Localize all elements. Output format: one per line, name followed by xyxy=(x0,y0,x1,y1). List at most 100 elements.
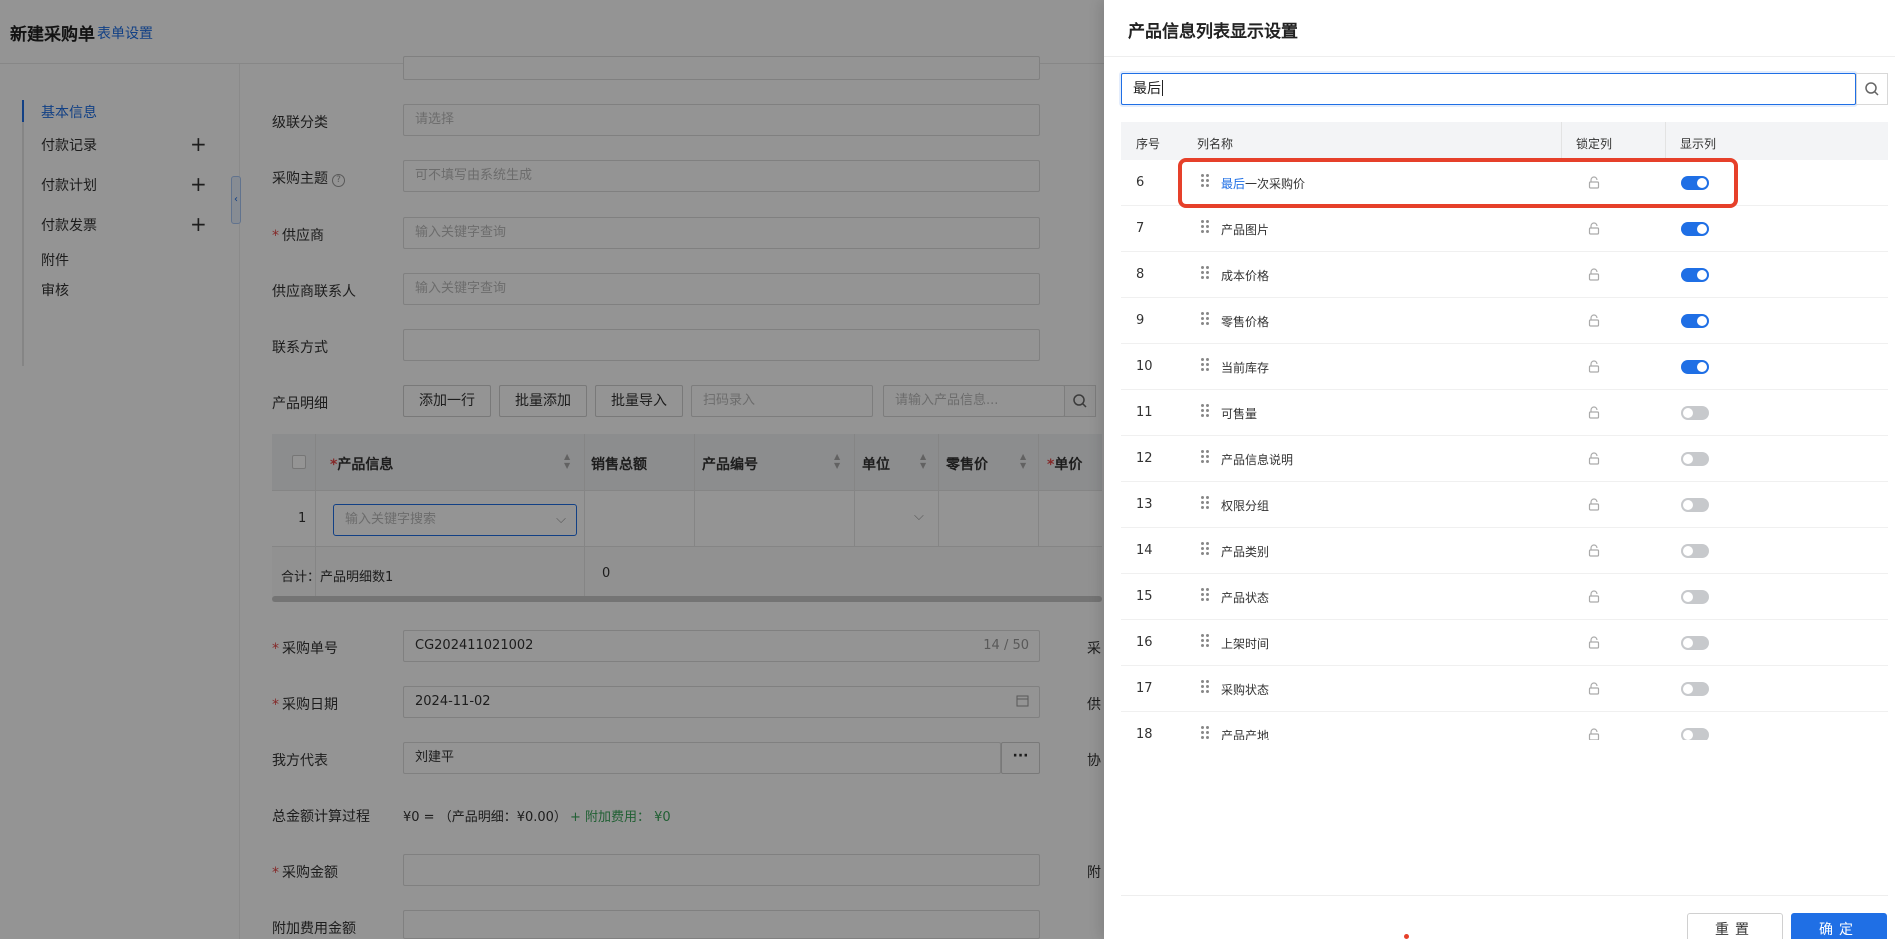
column-row: 11 可售量 xyxy=(1121,390,1888,436)
column-row-name: 产品图片 xyxy=(1221,221,1269,238)
col-header-index: 序号 xyxy=(1136,137,1161,151)
unlock-icon[interactable] xyxy=(1588,636,1600,649)
unlock-icon[interactable] xyxy=(1588,314,1600,327)
column-row-name: 零售价格 xyxy=(1221,313,1269,330)
col-header-show: 显示列 xyxy=(1680,137,1717,151)
column-row: 10 当前库存 xyxy=(1121,344,1888,390)
column-row: 18 产品产地 xyxy=(1121,712,1888,740)
column-row-name: 产品类别 xyxy=(1221,543,1269,560)
unlock-icon[interactable] xyxy=(1588,452,1600,465)
unlock-icon[interactable] xyxy=(1588,406,1600,419)
show-column-toggle[interactable] xyxy=(1681,452,1709,466)
column-search-button[interactable] xyxy=(1856,73,1888,105)
column-row-name: 可售量 xyxy=(1221,405,1257,422)
drag-handle-icon[interactable] xyxy=(1201,726,1211,740)
unlock-icon[interactable] xyxy=(1588,728,1600,740)
column-settings-drawer: 产品信息列表显示设置 最后 序号 列名称 锁定列 显示列 6 最后一次采购价 7 产品… xyxy=(1104,0,1895,939)
column-row-name: 成本价格 xyxy=(1221,267,1269,284)
column-row-name: 权限分组 xyxy=(1221,497,1269,514)
confirm-button[interactable]: 确定 xyxy=(1791,913,1887,939)
unlock-icon[interactable] xyxy=(1588,498,1600,511)
column-row-index: 17 xyxy=(1136,681,1153,696)
column-row-index: 16 xyxy=(1136,635,1153,650)
show-column-toggle[interactable] xyxy=(1681,636,1709,650)
column-row-name-text: 上架时间 xyxy=(1221,637,1270,651)
show-column-toggle[interactable] xyxy=(1681,498,1709,512)
column-row-index: 14 xyxy=(1136,543,1153,558)
drag-handle-icon[interactable] xyxy=(1201,312,1211,326)
show-column-toggle[interactable] xyxy=(1681,406,1709,420)
column-row-name: 产品信息说明 xyxy=(1221,451,1293,468)
show-column-toggle[interactable] xyxy=(1681,590,1709,604)
column-row-index: 11 xyxy=(1136,405,1153,420)
drag-handle-icon[interactable] xyxy=(1201,496,1211,510)
column-row: 13 权限分组 xyxy=(1121,482,1888,528)
column-row: 12 产品信息说明 xyxy=(1121,436,1888,482)
column-row: 7 产品图片 xyxy=(1121,206,1888,252)
reset-button[interactable]: 重置 xyxy=(1687,913,1783,939)
column-row: 17 采购状态 xyxy=(1121,666,1888,712)
column-row-index: 13 xyxy=(1136,497,1153,512)
column-row-index: 12 xyxy=(1136,451,1153,466)
column-search-input[interactable]: 最后 xyxy=(1121,73,1856,105)
unlock-icon[interactable] xyxy=(1588,682,1600,695)
show-column-toggle[interactable] xyxy=(1681,314,1709,328)
column-row-name-text: 产品类别 xyxy=(1221,545,1270,559)
column-row-index: 15 xyxy=(1136,589,1153,604)
column-row-name-text: 可售量 xyxy=(1221,407,1258,421)
column-row-name-text: 产品信息说明 xyxy=(1221,453,1294,467)
column-row-index: 10 xyxy=(1136,359,1153,374)
drag-handle-icon[interactable] xyxy=(1201,680,1211,694)
column-row-name: 采购状态 xyxy=(1221,681,1269,698)
column-row-name-text: 当前库存 xyxy=(1221,361,1270,375)
show-column-toggle[interactable] xyxy=(1681,268,1709,282)
column-row-name-text: 权限分组 xyxy=(1221,499,1270,513)
drag-handle-icon[interactable] xyxy=(1201,220,1211,234)
drag-handle-icon[interactable] xyxy=(1201,404,1211,418)
col-header-name: 列名称 xyxy=(1197,137,1234,151)
unlock-icon[interactable] xyxy=(1588,590,1600,603)
column-settings-table: 序号 列名称 锁定列 显示列 6 最后一次采购价 7 产品图片 8 成本价格 9 零售价格 10… xyxy=(1121,122,1888,740)
drag-handle-icon[interactable] xyxy=(1201,450,1211,464)
drag-handle-icon[interactable] xyxy=(1201,542,1211,556)
column-row: 16 上架时间 xyxy=(1121,620,1888,666)
modal-overlay[interactable] xyxy=(0,0,1104,939)
show-column-toggle[interactable] xyxy=(1681,222,1709,236)
annotation-highlight-box xyxy=(1178,158,1738,208)
annotation-dot xyxy=(1404,934,1409,939)
text-caret xyxy=(1162,80,1163,96)
unlock-icon[interactable] xyxy=(1588,360,1600,373)
column-row: 9 零售价格 xyxy=(1121,298,1888,344)
column-row-name-text: 成本价格 xyxy=(1221,269,1270,283)
show-column-toggle[interactable] xyxy=(1681,544,1709,558)
col-header-lock: 锁定列 xyxy=(1576,137,1613,151)
column-row-name-text: 采购状态 xyxy=(1221,683,1270,697)
header-divider xyxy=(1561,122,1562,160)
show-column-toggle[interactable] xyxy=(1681,728,1709,740)
column-row-name: 产品产地 xyxy=(1221,727,1269,740)
column-row-name-text: 产品状态 xyxy=(1221,591,1270,605)
column-row: 14 产品类别 xyxy=(1121,528,1888,574)
drag-handle-icon[interactable] xyxy=(1201,588,1211,602)
column-row-name: 当前库存 xyxy=(1221,359,1269,376)
drawer-divider xyxy=(1104,56,1895,57)
drawer-footer-divider xyxy=(1121,895,1888,896)
column-row-name-text: 产品图片 xyxy=(1221,223,1270,237)
column-row-index: 8 xyxy=(1136,267,1145,282)
column-row-name-text: 产品产地 xyxy=(1221,729,1270,740)
column-row-name-text: 零售价格 xyxy=(1221,315,1270,329)
show-column-toggle[interactable] xyxy=(1681,360,1709,374)
search-icon xyxy=(1865,82,1879,96)
unlock-icon[interactable] xyxy=(1588,268,1600,281)
drag-handle-icon[interactable] xyxy=(1201,358,1211,372)
unlock-icon[interactable] xyxy=(1588,544,1600,557)
column-row-index: 18 xyxy=(1136,727,1153,740)
show-column-toggle[interactable] xyxy=(1681,682,1709,696)
drag-handle-icon[interactable] xyxy=(1201,266,1211,280)
unlock-icon[interactable] xyxy=(1588,222,1600,235)
column-row: 15 产品状态 xyxy=(1121,574,1888,620)
column-settings-header: 序号 列名称 锁定列 显示列 xyxy=(1121,122,1888,160)
drag-handle-icon[interactable] xyxy=(1201,634,1211,648)
header-divider xyxy=(1665,122,1666,160)
column-row-index: 6 xyxy=(1136,175,1145,190)
